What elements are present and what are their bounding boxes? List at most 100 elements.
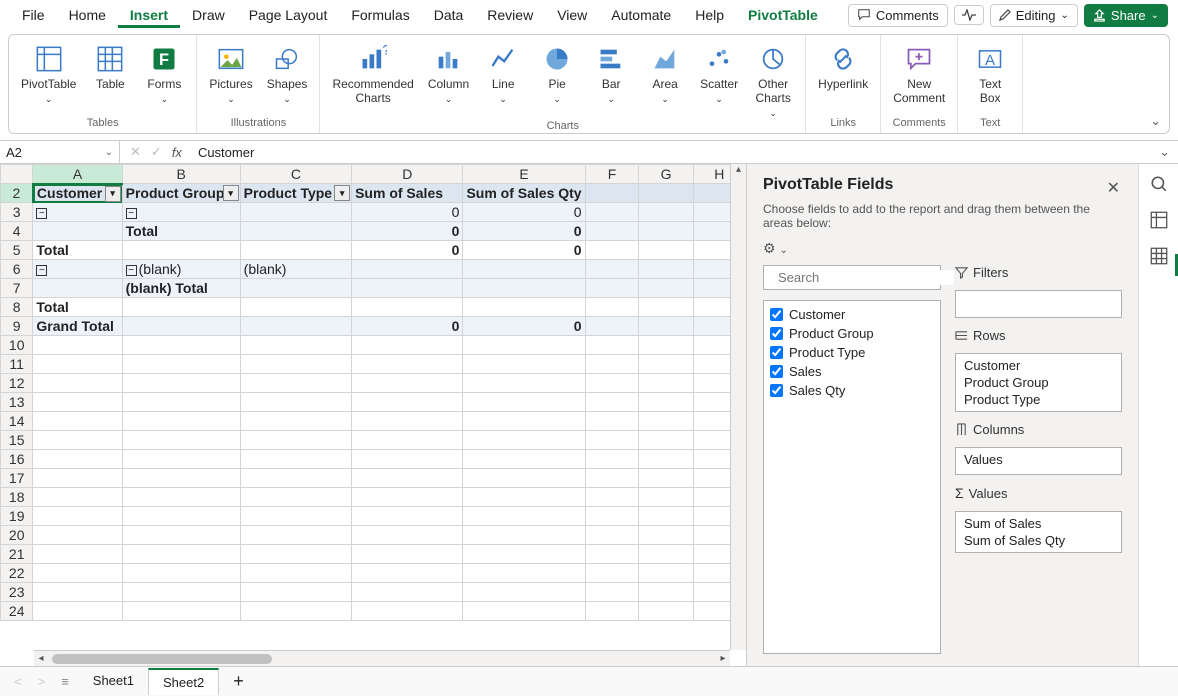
scatter-button[interactable]: Scatter⌄ [695,39,743,106]
cell-A10[interactable] [33,336,122,355]
collapse-icon[interactable]: − [36,208,47,219]
menu-insert[interactable]: Insert [118,2,180,28]
cell-B9[interactable] [122,317,240,336]
row-header-13[interactable]: 13 [1,393,33,412]
cell-E15[interactable] [463,431,585,450]
sheet-tab-sheet1[interactable]: Sheet1 [79,668,148,695]
cell-E2[interactable]: Sum of Sales Qty [463,184,585,203]
cell-A19[interactable] [33,507,122,526]
cell-A5[interactable]: Total [33,241,122,260]
row-header-10[interactable]: 10 [1,336,33,355]
cell-B4[interactable]: Total [122,222,240,241]
cell-C18[interactable] [240,488,351,507]
cell-E13[interactable] [463,393,585,412]
menu-pivottable[interactable]: PivotTable [736,2,830,28]
shapes-button[interactable]: Shapes⌄ [263,39,312,106]
cell-G4[interactable] [639,222,693,241]
field-checkbox[interactable] [770,308,783,321]
col-header-A[interactable]: A [33,165,122,184]
tab-next-button[interactable]: > [32,674,52,689]
row-header-9[interactable]: 9 [1,317,33,336]
cell-F18[interactable] [585,488,639,507]
cell-F17[interactable] [585,469,639,488]
cell-A4[interactable] [33,222,122,241]
cell-G20[interactable] [639,526,693,545]
cell-F11[interactable] [585,355,639,374]
cell-B6[interactable]: −(blank) [122,260,240,279]
cell-A17[interactable] [33,469,122,488]
row-header-21[interactable]: 21 [1,545,33,564]
row-header-24[interactable]: 24 [1,602,33,621]
cell-D14[interactable] [352,412,463,431]
cell-D3[interactable]: 0 [352,203,463,222]
search-rail-button[interactable] [1147,172,1171,196]
cell-C13[interactable] [240,393,351,412]
cell-A11[interactable] [33,355,122,374]
cell-D17[interactable] [352,469,463,488]
cell-F9[interactable] [585,317,639,336]
cell-G8[interactable] [639,298,693,317]
editing-mode-button[interactable]: Editing ⌄ [990,4,1078,27]
cell-B22[interactable] [122,564,240,583]
cell-C10[interactable] [240,336,351,355]
cell-F21[interactable] [585,545,639,564]
new-comment-button[interactable]: NewComment [889,39,949,105]
menu-help[interactable]: Help [683,2,736,28]
cell-A18[interactable] [33,488,122,507]
cell-D22[interactable] [352,564,463,583]
select-all-cell[interactable] [1,165,33,184]
cell-C22[interactable] [240,564,351,583]
cancel-formula-icon[interactable]: ✕ [130,144,141,160]
cell-E11[interactable] [463,355,585,374]
formula-input[interactable]: Customer [192,145,1151,160]
cell-E24[interactable] [463,602,585,621]
cell-B8[interactable] [122,298,240,317]
cell-G17[interactable] [639,469,693,488]
cell-B7[interactable]: (blank) Total [122,279,240,298]
row-header-12[interactable]: 12 [1,374,33,393]
scroll-up-arrow[interactable]: ▴ [731,164,746,178]
cell-F8[interactable] [585,298,639,317]
menu-home[interactable]: Home [57,2,118,28]
formula-expand-button[interactable]: ⌄ [1151,144,1178,160]
cell-C5[interactable] [240,241,351,260]
cell-C6[interactable]: (blank) [240,260,351,279]
forms-button[interactable]: FForms⌄ [140,39,188,106]
cell-B19[interactable] [122,507,240,526]
cell-F24[interactable] [585,602,639,621]
cell-C17[interactable] [240,469,351,488]
cell-F6[interactable] [585,260,639,279]
cell-F16[interactable] [585,450,639,469]
cell-E20[interactable] [463,526,585,545]
cell-F12[interactable] [585,374,639,393]
cell-F14[interactable] [585,412,639,431]
vertical-scrollbar[interactable]: ▴ [730,164,746,650]
cell-A7[interactable] [33,279,122,298]
cell-F22[interactable] [585,564,639,583]
add-sheet-button[interactable]: + [223,671,254,692]
cell-G10[interactable] [639,336,693,355]
spreadsheet-grid[interactable]: ABCDEFGH2Customer▾Product Group▾Product … [0,164,746,666]
fx-icon[interactable]: fx [172,145,182,160]
cell-G3[interactable] [639,203,693,222]
cell-G16[interactable] [639,450,693,469]
cell-D16[interactable] [352,450,463,469]
scroll-thumb[interactable] [52,654,272,664]
col-header-E[interactable]: E [463,165,585,184]
cell-F10[interactable] [585,336,639,355]
menu-data[interactable]: Data [422,2,476,28]
cell-B24[interactable] [122,602,240,621]
collapse-icon[interactable]: − [126,208,137,219]
cell-B15[interactable] [122,431,240,450]
cell-B14[interactable] [122,412,240,431]
cell-E16[interactable] [463,450,585,469]
cell-D21[interactable] [352,545,463,564]
cell-D2[interactable]: Sum of Sales [352,184,463,203]
filter-dropdown-icon[interactable]: ▾ [334,185,350,201]
cell-F13[interactable] [585,393,639,412]
area-item[interactable]: Sum of Sales Qty [964,533,1113,548]
cell-E22[interactable] [463,564,585,583]
cell-D5[interactable]: 0 [352,241,463,260]
cell-D7[interactable] [352,279,463,298]
cell-B18[interactable] [122,488,240,507]
